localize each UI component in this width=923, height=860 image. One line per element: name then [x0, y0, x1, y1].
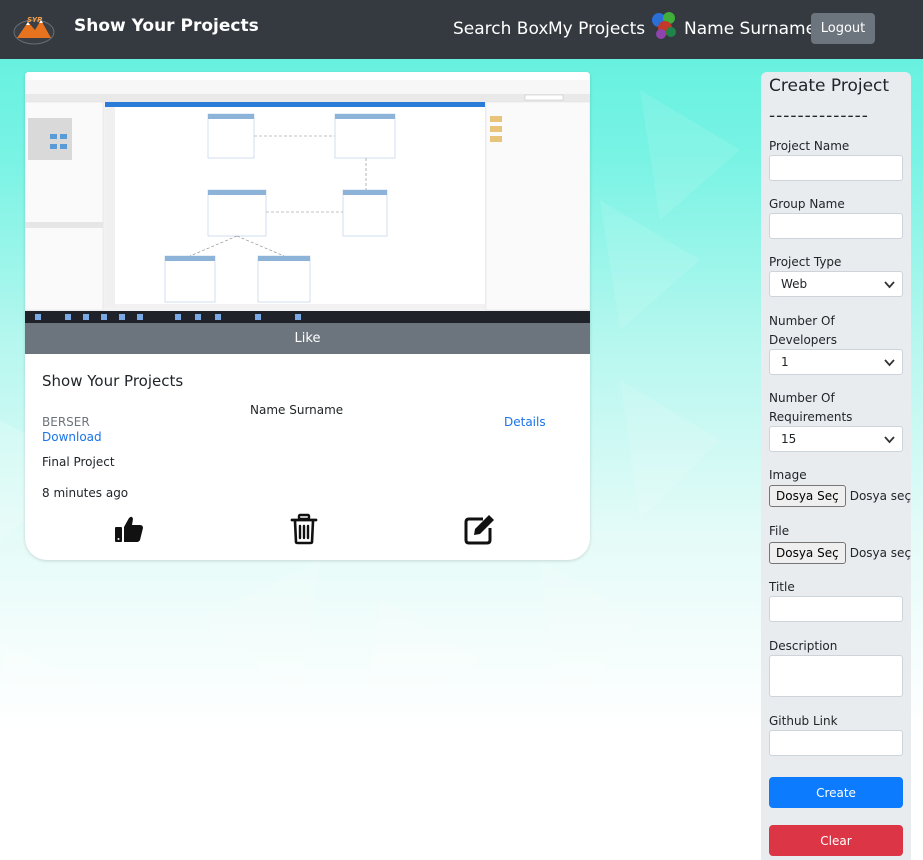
trash-icon[interactable]	[288, 513, 320, 545]
num-developers-value: 1	[781, 355, 789, 369]
group-name-input[interactable]	[769, 213, 903, 239]
image-label: Image	[769, 468, 807, 482]
project-type-select[interactable]: Web	[769, 271, 903, 297]
description-textarea[interactable]	[769, 655, 903, 697]
brand-title[interactable]: Show Your Projects	[74, 16, 259, 36]
svg-text:SYP: SYP	[27, 16, 43, 24]
project-type-label: Project Type	[769, 255, 842, 269]
chevron-down-icon	[884, 436, 895, 444]
thumbs-up-icon[interactable]	[113, 513, 145, 545]
project-name-input[interactable]	[769, 155, 903, 181]
form-divider: --------------	[769, 106, 869, 126]
project-card: Like Show Your Projects Name Surname BER…	[25, 72, 590, 560]
file-status: Dosya seçilmedi	[849, 546, 911, 560]
card-project-type: Final Project	[42, 455, 115, 469]
image-file-status: Dosya seçilmedi	[849, 489, 911, 503]
create-button[interactable]: Create	[769, 777, 903, 808]
title-label: Title	[769, 580, 795, 594]
chevron-down-icon	[884, 281, 895, 289]
chevron-down-icon	[884, 359, 895, 367]
card-author: Name Surname	[250, 403, 344, 417]
logout-button[interactable]: Logout	[811, 13, 875, 44]
image-choose-file-button[interactable]: Dosya Seç	[769, 485, 846, 507]
card-group-name: BERSER	[42, 415, 90, 429]
like-bar-button[interactable]: Like	[25, 323, 590, 354]
title-input[interactable]	[769, 596, 903, 622]
num-developers-select[interactable]: 1	[769, 349, 903, 375]
edit-icon[interactable]	[463, 513, 495, 545]
user-name[interactable]: Name Surname	[684, 19, 816, 39]
github-link-input[interactable]	[769, 730, 903, 756]
file-input[interactable]: Dosya SeçDosya seçilmedi	[769, 542, 911, 564]
file-choose-file-button[interactable]: Dosya Seç	[769, 542, 846, 564]
file-label: File	[769, 524, 790, 538]
num-developers-label: Number Of Developers	[769, 314, 837, 347]
project-type-value: Web	[781, 277, 808, 291]
description-label: Description	[769, 639, 838, 653]
github-link-label: Github Link	[769, 714, 838, 728]
card-title: Show Your Projects	[42, 372, 184, 390]
num-requirements-label: Number Of Requirements	[769, 391, 853, 424]
num-requirements-value: 15	[781, 432, 797, 446]
clear-button[interactable]: Clear	[769, 825, 903, 856]
image-file-input[interactable]: Dosya SeçDosya seçilmedi	[769, 485, 911, 507]
project-screenshot-image[interactable]	[25, 72, 590, 323]
syp-logo-icon[interactable]: SYP	[13, 10, 55, 46]
project-name-label: Project Name	[769, 139, 850, 153]
download-link[interactable]: Download	[42, 430, 102, 444]
num-requirements-select[interactable]: 15	[769, 426, 903, 452]
nav-search-box[interactable]: Search Box	[453, 19, 548, 39]
avatar-icon[interactable]	[650, 10, 680, 42]
nav-my-projects[interactable]: My Projects	[548, 19, 645, 39]
card-timestamp: 8 minutes ago	[42, 486, 129, 500]
details-link[interactable]: Details	[504, 415, 546, 429]
create-project-panel: Create Project -------------- Project Na…	[761, 72, 911, 860]
navbar: SYP Show Your Projects Search Box My Pro…	[0, 0, 923, 59]
form-title: Create Project	[769, 76, 890, 96]
group-name-label: Group Name	[769, 197, 845, 211]
